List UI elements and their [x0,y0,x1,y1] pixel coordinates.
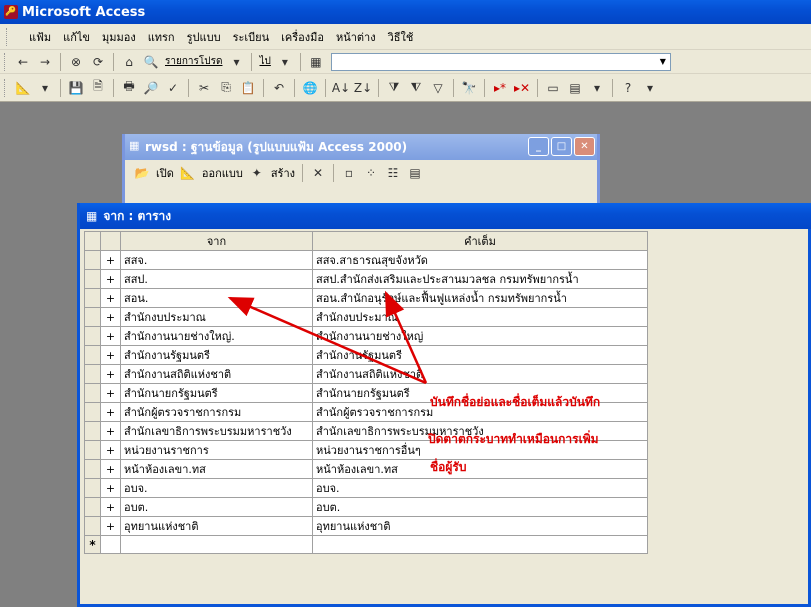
delete-record-icon[interactable]: ▸✕ [512,78,532,98]
menu-records[interactable]: ระเบียน [227,26,276,48]
details-view-icon[interactable]: ▤ [405,163,425,183]
database-window: ▦ rwsd : ฐานข้อมูล (รูปแบบแฟ้ม Access 20… [122,134,600,208]
go-menu[interactable]: ไป [256,54,273,69]
separator [113,78,114,97]
menu-file[interactable]: แฟ้ม [23,26,57,48]
menu-bar: แฟ้ม แก้ไข มุมมอง แทรก รูปแบบ ระเบียน เค… [0,24,811,50]
separator [113,52,114,71]
separator [60,78,61,97]
design-icon[interactable]: 📐 [178,163,198,183]
chevron-down-icon[interactable]: ▾ [35,78,55,98]
menu-insert[interactable]: แทรก [142,26,181,48]
database-window-titlebar[interactable]: ▦ rwsd : ฐานข้อมูล (รูปแบบแฟ้ม Access 20… [125,134,597,160]
menu-format[interactable]: รูปแบบ [181,26,227,48]
help-icon[interactable]: ? [618,78,638,98]
web-toolbar: ← → ⊗ ⟳ ⌂ 🔍 รายการโปรด ▾ ไป ▾ ▦ ▼ [0,50,811,74]
separator [251,52,253,71]
copy-icon[interactable]: ⎘ [216,78,236,98]
database-window-toolbar: 📂 เปิด 📐 ออกแบบ ✦ สร้าง ✕ ▫ ⁘ ☷ ▤ [125,160,426,186]
minimize-button[interactable]: _ [528,137,549,156]
menu-edit[interactable]: แก้ไข [57,26,96,48]
separator [325,78,326,97]
list-view-icon[interactable]: ☷ [383,163,403,183]
annotation-text-line1: บันทึกชื่อย่อและชื่อเต็มแล้วบันทึก [430,395,601,409]
menu-view[interactable]: มุมมอง [96,26,142,48]
undo-icon[interactable]: ↶ [269,78,289,98]
separator [453,78,454,97]
large-icons-icon[interactable]: ▫ [339,163,359,183]
design-view-icon[interactable]: 📐 [13,78,33,98]
annotation-text-line3: ชื่อผู้รับ [430,460,467,474]
annotation-text-line2: ปิดตาตกระบาททำเหมือนการเพิ่ม [428,432,599,446]
filter-by-form-icon[interactable]: ⧨ [406,78,426,98]
refresh-icon[interactable]: ⟳ [88,52,108,72]
separator [612,78,613,97]
paste-icon[interactable]: 📋 [238,78,258,98]
access-key-icon: 🔑 [4,5,18,19]
sort-descending-icon[interactable]: Z↓ [353,78,373,98]
separator [60,52,61,71]
separator [484,78,485,97]
filter-by-selection-icon[interactable]: ⧩ [384,78,404,98]
sort-ascending-icon[interactable]: A↓ [331,78,351,98]
hyperlink-icon[interactable]: 🌐 [300,78,320,98]
separator [378,78,379,97]
separator [333,164,334,182]
separator [537,78,538,97]
database-icon: ▦ [129,139,140,152]
separator [188,78,189,97]
database-window-title: rwsd : ฐานข้อมูล (รูปแบบแฟ้ม Access 2000… [145,139,408,154]
back-arrow-icon[interactable]: ← [13,52,33,72]
small-icons-icon[interactable]: ⁘ [361,163,381,183]
close-button[interactable]: ✕ [574,137,595,156]
app-titlebar: 🔑 Microsoft Access [0,0,811,24]
menu-grip [6,27,19,46]
delete-icon[interactable]: ✕ [308,163,328,183]
file-search-icon[interactable]: 🗎 [88,78,108,98]
app-title: Microsoft Access [22,4,146,20]
menu-help[interactable]: วิธีใช้ [382,26,420,48]
annotation-arrow [227,296,427,385]
open-button[interactable]: เปิด [153,164,177,182]
new-record-icon[interactable]: ▸* [490,78,510,98]
menu-tools[interactable]: เครื่องมือ [275,26,330,48]
cut-icon[interactable]: ✂ [194,78,214,98]
search-web-icon[interactable]: 🔍 [141,52,161,72]
maximize-button[interactable]: □ [551,137,572,156]
print-icon[interactable]: 🖶 [119,78,139,98]
chevron-down-icon[interactable]: ▾ [226,52,246,72]
separator [302,164,303,182]
separator [263,78,264,97]
database-window-icon[interactable]: ▭ [543,78,563,98]
save-icon[interactable]: 💾 [66,78,86,98]
toolbar-grip [4,52,8,71]
show-only-web-toolbar-icon[interactable]: ▦ [306,52,326,72]
menu-window[interactable]: หน้าต่าง [330,26,382,48]
forward-arrow-icon[interactable]: → [35,52,55,72]
new-object-icon[interactable]: ▤ [565,78,585,98]
new-icon[interactable]: ✦ [247,163,267,183]
separator [294,78,295,97]
spelling-icon[interactable]: ✓ [163,78,183,98]
new-button[interactable]: สร้าง [268,164,298,182]
home-icon[interactable]: ⌂ [119,52,139,72]
stop-icon[interactable]: ⊗ [66,52,86,72]
address-combobox[interactable]: ▼ [330,52,671,71]
toolbar-grip [4,78,8,97]
favorites-menu[interactable]: รายการโปรด [162,54,225,69]
datasheet-toolbar: 📐 ▾ 💾 🗎 🖶 🔎 ✓ ✂ ⎘ 📋 ↶ 🌐 A↓ Z↓ ⧩ ⧨ ▽ 🔭 ▸*… [0,74,811,102]
open-icon[interactable]: 📂 [132,163,152,183]
chevron-down-icon[interactable]: ▾ [587,78,607,98]
design-button[interactable]: ออกแบบ [199,164,246,182]
apply-filter-icon[interactable]: ▽ [428,78,448,98]
find-icon[interactable]: 🔭 [459,78,479,98]
chevron-down-icon[interactable]: ▾ [640,78,660,98]
chevron-down-icon[interactable]: ▾ [275,52,295,72]
print-preview-icon[interactable]: 🔎 [141,78,161,98]
chevron-down-icon[interactable]: ▼ [656,54,670,70]
table-window: ▦ จาก : ตาราง จาก คำเต็ม + สสจ. สสจ.สาธารณ… [77,203,811,607]
separator [299,52,301,71]
